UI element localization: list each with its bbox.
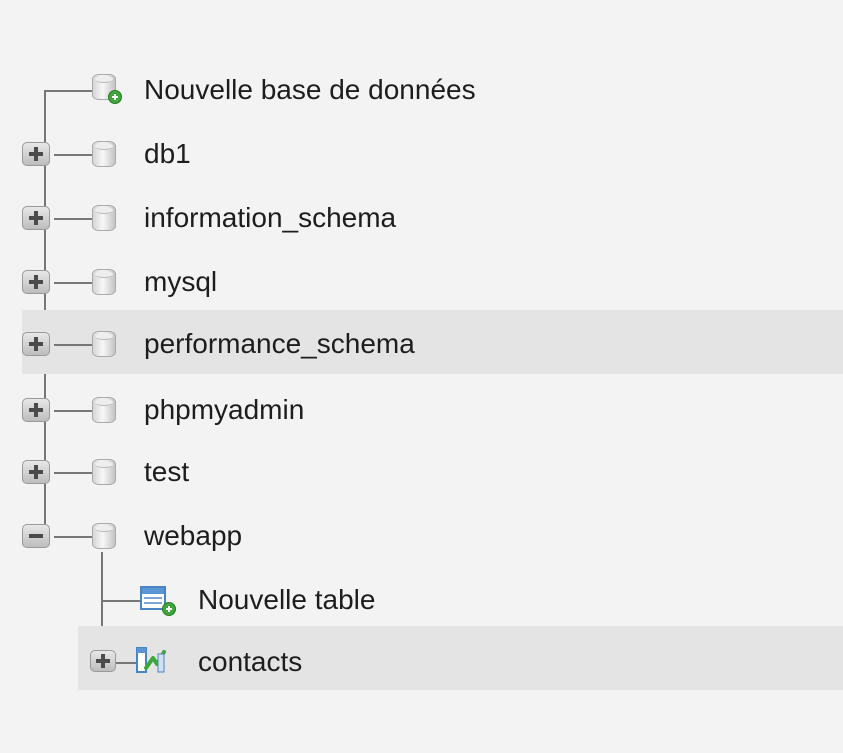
database-icon[interactable] bbox=[92, 269, 116, 295]
database-icon[interactable] bbox=[92, 523, 116, 549]
tree-item-db1[interactable]: db1 bbox=[22, 122, 843, 186]
tree-connector bbox=[54, 154, 94, 156]
database-label[interactable]: test bbox=[144, 440, 189, 504]
table-label[interactable]: contacts bbox=[198, 630, 302, 694]
plus-expand-icon[interactable] bbox=[22, 142, 50, 166]
tree-connector bbox=[54, 472, 94, 474]
minus-collapse-icon[interactable] bbox=[22, 524, 50, 548]
plus-expand-icon[interactable] bbox=[22, 398, 50, 422]
database-label[interactable]: db1 bbox=[144, 122, 191, 186]
database-label[interactable]: performance_schema bbox=[144, 312, 415, 376]
tree-connector bbox=[54, 344, 94, 346]
tree-item-performance-schema[interactable]: performance_schema bbox=[22, 310, 843, 374]
tree-connector bbox=[54, 536, 94, 538]
plus-expand-icon[interactable] bbox=[22, 460, 50, 484]
database-label[interactable]: mysql bbox=[144, 250, 217, 314]
database-label[interactable]: phpmyadmin bbox=[144, 378, 304, 442]
plus-expand-icon[interactable] bbox=[22, 332, 50, 356]
new-database-link[interactable]: Nouvelle base de données bbox=[144, 58, 476, 122]
tree-connector bbox=[54, 282, 94, 284]
table-structure-icon[interactable] bbox=[136, 646, 166, 674]
plus-expand-icon[interactable] bbox=[22, 206, 50, 230]
tree-connector bbox=[54, 218, 94, 220]
database-icon[interactable] bbox=[92, 331, 116, 357]
tree-item-phpmyadmin[interactable]: phpmyadmin bbox=[22, 378, 843, 442]
add-badge-icon bbox=[108, 90, 122, 104]
tree-item-webapp[interactable]: webapp bbox=[22, 504, 843, 568]
tree-item-new-database[interactable]: Nouvelle base de données bbox=[22, 58, 843, 122]
database-icon[interactable] bbox=[92, 205, 116, 231]
database-icon[interactable] bbox=[92, 397, 116, 423]
tree-item-information-schema[interactable]: information_schema bbox=[22, 186, 843, 250]
tree-item-mysql[interactable]: mysql bbox=[22, 250, 843, 314]
database-icon[interactable] bbox=[92, 141, 116, 167]
database-icon[interactable] bbox=[92, 459, 116, 485]
navigation-panel: Nouvelle base de données db1 information… bbox=[0, 0, 843, 753]
new-table-link[interactable]: Nouvelle table bbox=[198, 568, 375, 632]
database-label[interactable]: webapp bbox=[144, 504, 242, 568]
database-label[interactable]: information_schema bbox=[144, 186, 396, 250]
plus-expand-icon[interactable] bbox=[90, 650, 116, 672]
tree-item-contacts[interactable]: contacts bbox=[78, 626, 843, 690]
tree-connector bbox=[102, 600, 144, 602]
tree-item-test[interactable]: test bbox=[22, 440, 843, 504]
tree-connector bbox=[54, 410, 94, 412]
add-badge-icon bbox=[162, 602, 176, 616]
plus-expand-icon[interactable] bbox=[22, 270, 50, 294]
tree-item-new-table[interactable]: Nouvelle table bbox=[78, 568, 843, 632]
